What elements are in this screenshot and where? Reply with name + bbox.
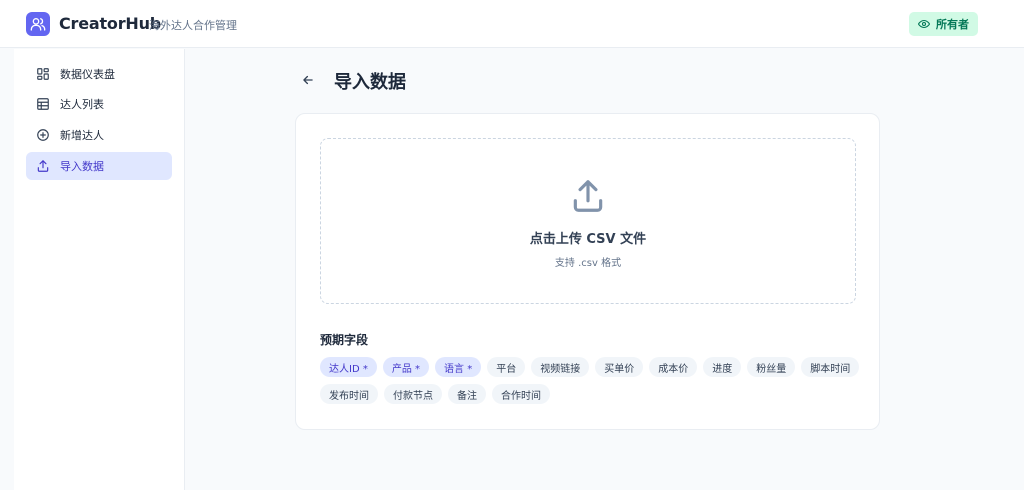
page-title: 导入数据 — [334, 72, 406, 93]
arrow-left-icon — [303, 75, 313, 85]
app-logo[interactable] — [26, 12, 50, 36]
field-chip: 合作时间 — [492, 384, 550, 404]
app-subtitle: 海外达人合作管理 — [149, 19, 237, 32]
field-chip: 语言 * — [435, 357, 482, 377]
field-chip: 成本价 — [649, 357, 698, 377]
sidebar-item-label: 新增达人 — [60, 129, 104, 142]
field-chip: 粉丝量 — [747, 357, 796, 377]
expected-fields-list: 达人ID * 产品 * 语言 * 平台 视频链接 买单价 成本价 进度 粉丝量 … — [320, 357, 860, 404]
top-header: CreatorHub 海外达人合作管理 所有者 — [0, 0, 1024, 48]
field-chip: 脚本时间 — [801, 357, 860, 377]
back-button[interactable] — [300, 72, 316, 88]
sidebar-item-add-creator[interactable]: 新增达人 — [26, 121, 172, 149]
dashboard-grid-icon — [36, 67, 50, 81]
upload-icon — [36, 159, 50, 173]
users-icon — [30, 18, 46, 31]
field-chip: 买单价 — [595, 357, 644, 377]
csv-upload-dropzone[interactable]: 点击上传 CSV 文件 支持 .csv 格式 — [320, 138, 856, 304]
sidebar-item-label: 达人列表 — [60, 98, 104, 111]
sidebar: 数据仪表盘 达人列表 新增达人 导入数据 — [14, 49, 185, 490]
field-chip: 视频链接 — [531, 357, 590, 377]
field-chip: 产品 * — [382, 357, 430, 377]
expected-fields-title: 预期字段 — [320, 333, 369, 347]
sidebar-item-dashboard[interactable]: 数据仪表盘 — [26, 60, 172, 88]
sidebar-item-label: 数据仪表盘 — [60, 68, 115, 81]
eye-icon — [918, 19, 930, 29]
field-chip: 进度 — [703, 357, 742, 377]
role-badge: 所有者 — [909, 12, 978, 36]
sidebar-item-creators[interactable]: 达人列表 — [26, 90, 172, 118]
upload-hint: 支持 .csv 格式 — [554, 258, 622, 269]
sidebar-item-label: 导入数据 — [60, 160, 104, 173]
sidebar-item-import[interactable]: 导入数据 — [26, 152, 172, 180]
upload-title: 点击上传 CSV 文件 — [529, 232, 647, 247]
field-chip: 发布时间 — [320, 384, 378, 404]
table-icon — [36, 97, 50, 111]
field-chip: 备注 — [448, 384, 486, 404]
field-chip: 达人ID * — [320, 357, 377, 377]
role-badge-label: 所有者 — [936, 18, 969, 31]
app-title: CreatorHub — [59, 14, 162, 33]
import-card: 点击上传 CSV 文件 支持 .csv 格式 预期字段 达人ID * 产品 * … — [295, 113, 880, 430]
field-chip: 付款节点 — [384, 384, 442, 404]
field-chip: 平台 — [487, 357, 526, 377]
plus-circle-icon — [36, 128, 50, 142]
upload-icon — [573, 180, 603, 212]
